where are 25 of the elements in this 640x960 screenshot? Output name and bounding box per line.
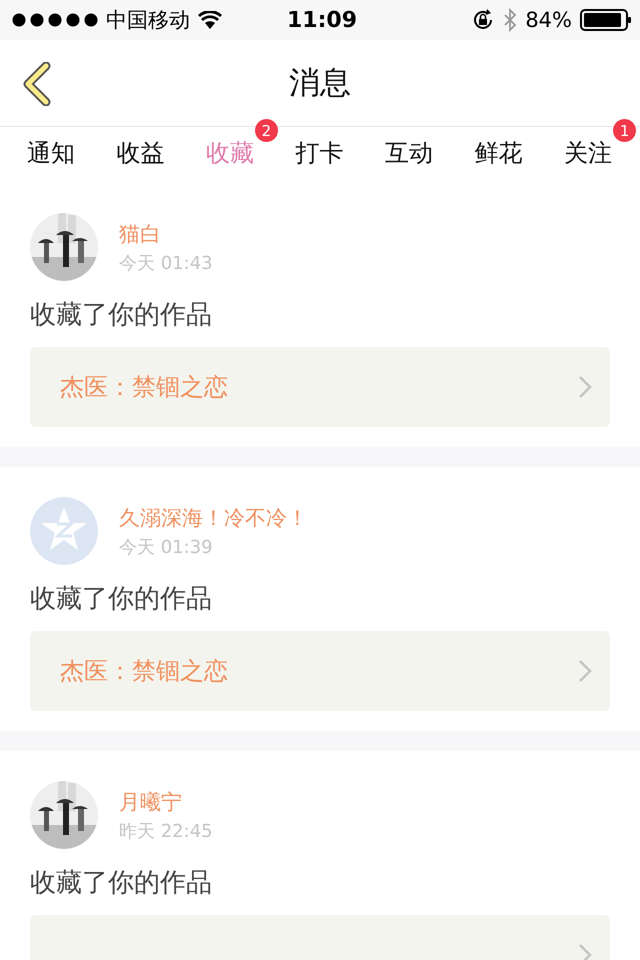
tab[interactable]: 通知 [26, 127, 75, 175]
chevron-icon [578, 943, 592, 960]
battery-percent: 84% [525, 8, 572, 32]
chevron-icon [578, 375, 592, 399]
chevron-icon [578, 659, 592, 683]
avatar-icon [30, 497, 98, 565]
page-title: 消息 [289, 64, 351, 103]
message-time: 今天 01:43 [119, 252, 213, 274]
message-time: 今天 01:39 [119, 536, 214, 558]
message-text: 收藏了你的作品 [30, 299, 213, 332]
tab[interactable]: 互动 [385, 127, 434, 175]
tab[interactable]: 收益 [116, 127, 164, 175]
tab[interactable]: 打卡 [295, 127, 344, 175]
battery-icon [580, 9, 632, 31]
message-text: 收藏了你的作品 [30, 867, 213, 900]
message-text: 收藏了你的作品 [30, 583, 213, 616]
signal-icon [12, 13, 98, 27]
tab[interactable]: 鲜花 [474, 127, 523, 175]
count-badge: 1 [613, 119, 636, 142]
count-badge: 2 [254, 119, 278, 142]
bluetooth-icon [503, 8, 518, 32]
wifi-icon [198, 11, 222, 29]
carrier-name: 中国移动 [106, 7, 190, 34]
status-time: 11:09 [286, 8, 358, 32]
message-time: 昨天 22:45 [119, 820, 213, 842]
